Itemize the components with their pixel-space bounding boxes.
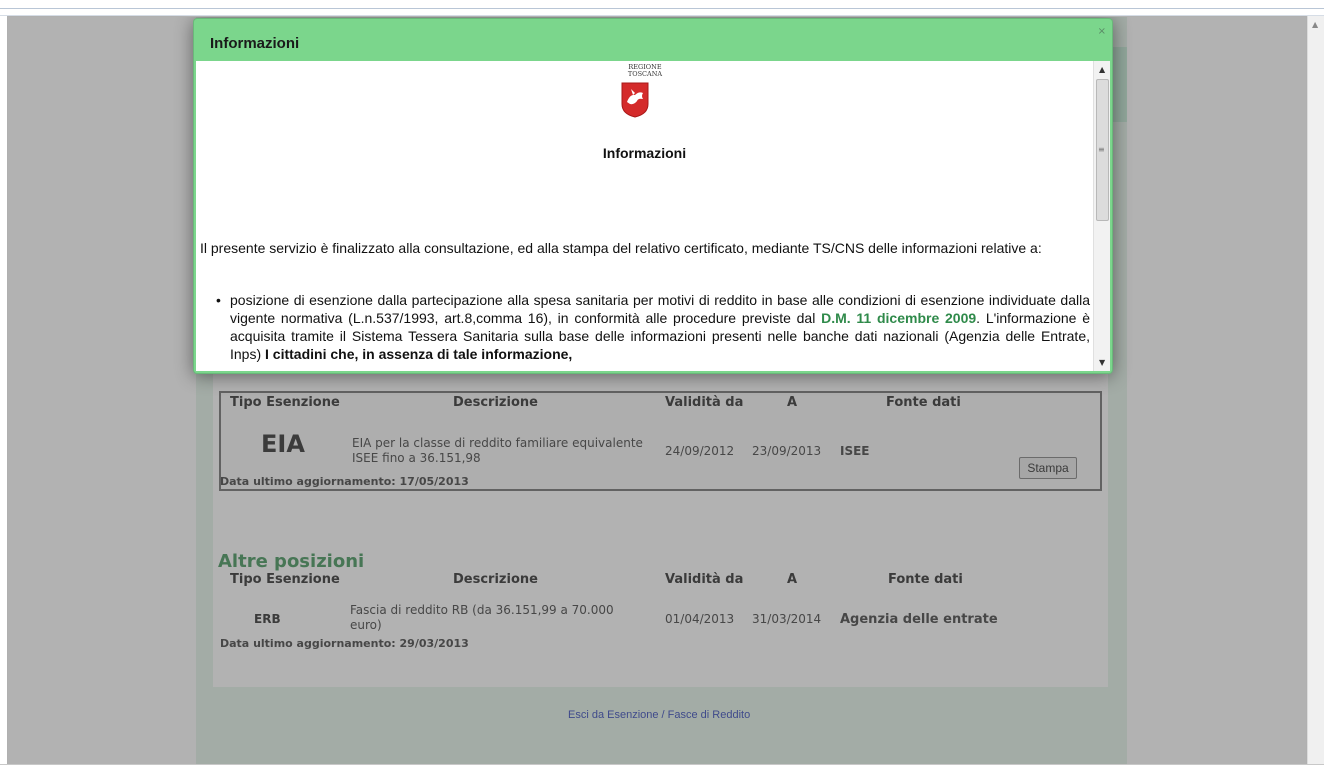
bullet-item: • posizione di esenzione dalla partecipa… [216, 291, 1090, 363]
window-scrollbar[interactable]: ▲ [1307, 16, 1324, 765]
window-scroll-up-icon[interactable]: ▲ [1312, 20, 1318, 29]
dialog-body: REGIONE TOSCANA Informazioni Il presente… [196, 61, 1110, 371]
region-logo-text: REGIONE TOSCANA [615, 64, 675, 78]
dm-link[interactable]: D.M. 11 dicembre 2009 [821, 310, 976, 326]
bullet-dot: • [216, 292, 221, 308]
browser-top-border [0, 8, 1324, 9]
region-shield-icon [621, 82, 649, 118]
dialog-scrollbar[interactable]: ▲ ≡ ▼ [1093, 61, 1110, 371]
dialog-title: Informazioni [210, 35, 300, 52]
page-viewport: Tipo Esenzione Descrizione Validità da A… [7, 16, 1307, 765]
scroll-up-icon[interactable]: ▲ [1099, 65, 1105, 74]
intro-paragraph: Il presente servizio è finalizzato alla … [200, 240, 1042, 256]
scroll-grip-icon: ≡ [1098, 145, 1105, 154]
close-icon[interactable]: × [1098, 26, 1106, 37]
scroll-down-icon[interactable]: ▼ [1099, 358, 1105, 367]
info-dialog: Informazioni × REGIONE TOSCANA Informazi… [193, 18, 1113, 374]
dialog-body-title: Informazioni [602, 145, 687, 161]
logo-line-2: TOSCANA [627, 70, 663, 78]
bullet-bold-text: I cittadini che, in assenza di tale info… [265, 346, 573, 362]
browser-bottom-border [0, 764, 1324, 771]
